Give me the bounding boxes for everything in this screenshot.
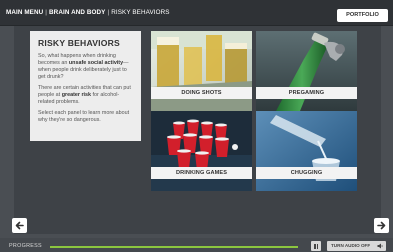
next-button[interactable] xyxy=(374,218,389,233)
info-card: RISKY BEHAVIORS So, what happens when dr… xyxy=(30,31,141,141)
panel-drinking-games[interactable]: DRINKING GAMES xyxy=(151,111,252,191)
pause-icon xyxy=(314,244,316,249)
instruction-paragraph: Select each panel to learn more about wh… xyxy=(38,110,130,123)
panel-label: DRINKING GAMES xyxy=(151,167,252,179)
breadcrumb-brain-and-body[interactable]: BRAIN AND BODY xyxy=(49,9,105,16)
pause-button[interactable] xyxy=(311,241,321,251)
progress-label: PROGRESS xyxy=(9,243,42,249)
panel-chugging[interactable]: CHUGGING xyxy=(256,111,357,191)
previous-button[interactable] xyxy=(12,218,27,233)
portfolio-button[interactable]: PORTFOLIO xyxy=(337,9,388,22)
progress-bar xyxy=(50,246,298,248)
panel-label: DOING SHOTS xyxy=(151,87,252,99)
pouring-glass-photo xyxy=(256,111,357,191)
progress-fill xyxy=(50,246,298,248)
panel-label: CHUGGING xyxy=(256,167,357,179)
panel-label: PREGAMING xyxy=(256,87,357,99)
breadcrumb-separator: | xyxy=(45,9,48,16)
red-cups-photo xyxy=(151,111,252,191)
shot-glasses-photo xyxy=(151,31,252,111)
breadcrumb-separator: | xyxy=(107,9,110,16)
arrow-left-icon xyxy=(15,221,24,230)
speaker-icon xyxy=(377,243,383,249)
page-title: RISKY BEHAVIORS xyxy=(38,38,120,48)
breadcrumb: MAIN MENU | BRAIN AND BODY | RISKY BEHAVIORS xyxy=(6,9,170,16)
audio-toggle-button[interactable]: TURN AUDIO OFF xyxy=(327,241,386,251)
risk-paragraph: There are certain activities that can pu… xyxy=(38,85,131,105)
audio-toggle-label: TURN AUDIO OFF xyxy=(331,243,371,248)
breadcrumb-current-page: RISKY BEHAVIORS xyxy=(111,9,170,16)
pause-icon xyxy=(316,244,318,249)
panel-pregaming[interactable]: PREGAMING xyxy=(256,31,357,111)
top-bar: MAIN MENU | BRAIN AND BODY | RISKY BEHAVIORS… xyxy=(0,0,393,26)
panel-doing-shots[interactable]: DOING SHOTS xyxy=(151,31,252,111)
beer-bottle-photo xyxy=(256,31,357,111)
intro-paragraph: So, what happens when drinking becomes a… xyxy=(38,53,129,80)
arrow-right-icon xyxy=(377,221,386,230)
breadcrumb-main-menu[interactable]: MAIN MENU xyxy=(6,9,43,16)
